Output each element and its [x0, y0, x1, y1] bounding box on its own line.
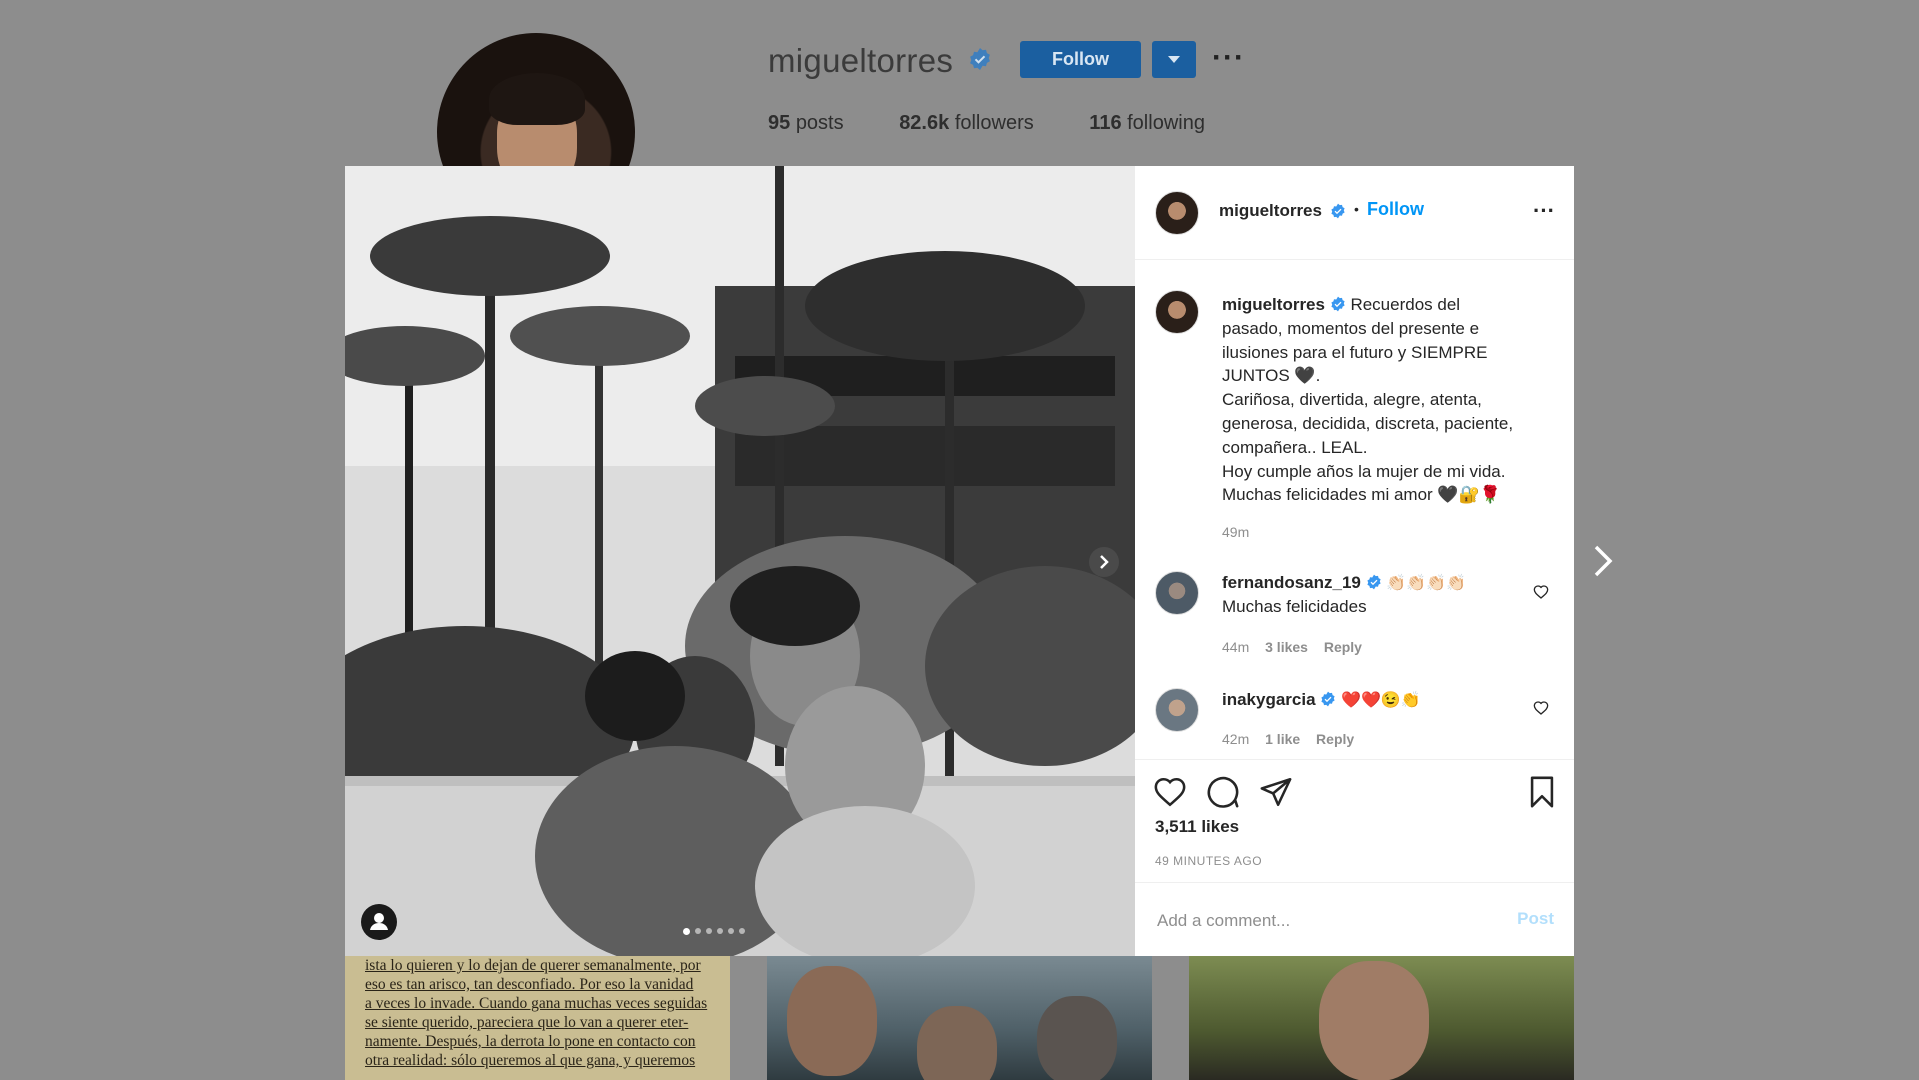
share-icon[interactable] [1259, 775, 1293, 809]
add-comment-bar: Post [1135, 882, 1574, 957]
caption-text-line: Muchas felicidades mi amor 🖤🔐🌹 [1222, 485, 1501, 505]
user-tag-button[interactable] [361, 904, 397, 940]
post-author-avatar[interactable] [1155, 191, 1199, 235]
comment-username[interactable]: inakygarcia [1222, 690, 1316, 709]
heart-icon[interactable] [1153, 775, 1187, 809]
comment-text: Muchas felicidades [1222, 597, 1367, 616]
comment-likes[interactable]: 1 like [1265, 731, 1300, 747]
comment-item: inakygarcia ❤️❤️😉👏 [1222, 688, 1522, 712]
comment-input[interactable] [1155, 907, 1479, 935]
comment-like-icon[interactable] [1533, 700, 1549, 716]
comment-icon[interactable] [1206, 775, 1240, 809]
comment-time[interactable]: 44m [1222, 639, 1249, 655]
comment-emoji: ❤️❤️😉👏 [1341, 692, 1421, 709]
verified-badge-icon [970, 48, 990, 70]
carousel-dots [683, 928, 745, 935]
verified-badge-icon [1331, 203, 1345, 219]
comment-like-icon[interactable] [1533, 584, 1549, 600]
caption-text-line: Cariñosa, divertida, alegre, atenta, [1222, 390, 1482, 410]
grid-thumb-3[interactable] [1189, 956, 1574, 1080]
caption-username[interactable]: migueltorres [1222, 295, 1325, 314]
comment-meta: 44m 3 likes Reply [1222, 639, 1374, 655]
verified-badge-icon [1321, 691, 1335, 707]
follow-dropdown-button[interactable] [1152, 41, 1196, 78]
caption-text-line: compañera.. LEAL. [1222, 437, 1368, 457]
comment-username[interactable]: fernandosanz_19 [1222, 573, 1361, 592]
comment-avatar[interactable] [1155, 571, 1199, 615]
caption-time[interactable]: 49m [1222, 524, 1249, 540]
caption-text-line: generosa, decidida, discreta, paciente, [1222, 413, 1514, 433]
user-tag-icon [370, 913, 388, 930]
comment-meta: 42m 1 like Reply [1222, 731, 1366, 747]
stat-followers[interactable]: 82.6k followers [899, 112, 1034, 134]
post-modal: migueltorres • Follow ··· migueltorres R… [345, 166, 1574, 956]
caption-text-line: ilusiones para el futuro y SIEMPRE [1222, 342, 1488, 362]
post-author-username[interactable]: migueltorres [1219, 201, 1322, 221]
post-time-ago[interactable]: 49 MINUTES AGO [1155, 854, 1262, 868]
caption-text-line: JUNTOS 🖤. [1222, 366, 1321, 386]
caption-text-line: Hoy cumple años la mujer de mi vida. [1222, 461, 1506, 481]
comment-reply-button[interactable]: Reply [1316, 731, 1354, 747]
comment-time[interactable]: 42m [1222, 731, 1249, 747]
profile-more-icon[interactable]: ··· [1212, 43, 1245, 73]
post-side-panel: migueltorres • Follow ··· migueltorres R… [1135, 166, 1574, 956]
profile-follow-button[interactable]: Follow [1020, 41, 1141, 78]
grid-thumb-2[interactable] [767, 956, 1152, 1080]
grid-thumb-1[interactable]: ista lo quieren y lo dejan de querer sem… [345, 956, 730, 1080]
stat-following[interactable]: 116 following [1089, 112, 1205, 134]
caption-text-line: Recuerdos del [1350, 295, 1461, 314]
likes-count[interactable]: 3,511 likes [1155, 817, 1239, 837]
bookmark-icon[interactable] [1525, 775, 1559, 809]
comment-avatar[interactable] [1155, 688, 1199, 732]
photo-scene [345, 166, 1135, 956]
caption-author-avatar[interactable] [1155, 290, 1199, 334]
post-photo[interactable] [345, 166, 1135, 956]
post-header: migueltorres • Follow ··· [1135, 166, 1574, 260]
post-follow-link[interactable]: Follow [1367, 199, 1424, 220]
carousel-next-button[interactable] [1089, 547, 1119, 577]
profile-stats: 95 posts 82.6k followers 116 following [768, 112, 1255, 135]
header-dot: • [1354, 201, 1359, 217]
verified-badge-icon [1331, 296, 1345, 312]
chevron-right-icon [1100, 555, 1109, 569]
comment-item: fernandosanz_19 👏🏻👏🏻👏🏻👏🏻 Muchas felicida… [1222, 571, 1522, 618]
comment-likes[interactable]: 3 likes [1265, 639, 1308, 655]
post-more-icon[interactable]: ··· [1533, 198, 1555, 224]
next-post-icon[interactable] [1588, 541, 1618, 581]
comment-emoji: 👏🏻👏🏻👏🏻👏🏻 [1386, 575, 1467, 592]
caption-text-line: pasado, momentos del presente e [1222, 318, 1480, 338]
post-comment-button[interactable]: Post [1517, 909, 1554, 929]
comment-reply-button[interactable]: Reply [1324, 639, 1362, 655]
verified-badge-icon [1367, 574, 1381, 590]
post-caption: migueltorres Recuerdos del pasado, momen… [1222, 293, 1542, 507]
profile-username: migueltorres [768, 42, 954, 79]
stat-posts: 95 posts [768, 112, 844, 134]
